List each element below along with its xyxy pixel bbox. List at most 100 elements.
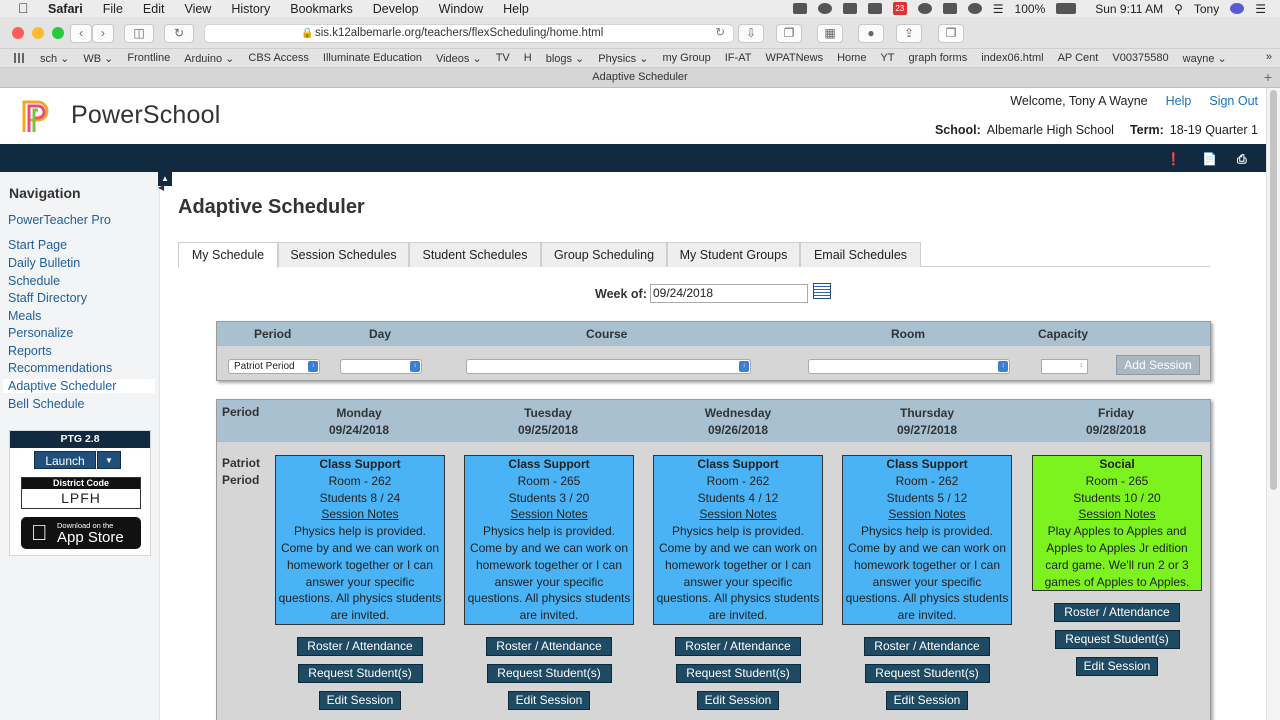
day-select[interactable]: ↕: [340, 359, 422, 374]
screen-icon[interactable]: [942, 3, 957, 14]
nav-staff-directory[interactable]: Staff Directory: [8, 291, 87, 305]
roster-attendance-button[interactable]: Roster / Attendance: [486, 637, 612, 656]
request-students-button[interactable]: Request Student(s): [675, 664, 801, 683]
menu-bookmarks[interactable]: Bookmarks: [290, 2, 353, 16]
flag-icon[interactable]: [867, 3, 882, 14]
session-card-monday[interactable]: Class Support Room - 262 Students 8 / 24 Se…: [275, 455, 445, 625]
address-bar[interactable]: 🔒 sis.k12albemarle.org/teachers/flexSche…: [204, 24, 734, 43]
powerschool-logo-icon[interactable]: [20, 98, 56, 134]
collapse-arrow-icon[interactable]: ◀: [158, 183, 164, 192]
fav-item[interactable]: blogs ⌄: [546, 52, 585, 65]
nav-powerteacher-pro[interactable]: PowerTeacher Pro: [8, 213, 111, 227]
favorites-overflow-icon[interactable]: »: [1266, 51, 1272, 63]
share-icon[interactable]: ⇪: [896, 24, 922, 43]
course-select[interactable]: ↕: [466, 359, 751, 374]
fav-item[interactable]: TV: [496, 52, 510, 64]
sign-out-link[interactable]: Sign Out: [1209, 94, 1258, 108]
nav-reports[interactable]: Reports: [8, 344, 52, 358]
fav-item[interactable]: Arduino ⌄: [184, 52, 234, 65]
menu-window[interactable]: Window: [439, 2, 483, 16]
period-select[interactable]: Patriot Period ↕: [228, 359, 320, 374]
sidebar-toggle-icon[interactable]: ◫: [124, 24, 154, 43]
week-of-input[interactable]: 09/24/2018: [650, 284, 808, 303]
app-store-badge[interactable]:  Download on the App Store: [21, 517, 141, 549]
notification-center-icon[interactable]: ☰: [1255, 2, 1266, 16]
menu-history[interactable]: History: [231, 2, 270, 16]
room-select[interactable]: ↕: [808, 359, 1010, 374]
nav-schedule[interactable]: Schedule: [8, 274, 60, 288]
help-link[interactable]: Help: [1166, 94, 1192, 108]
spotlight-search-icon[interactable]: ⚲: [1174, 2, 1183, 16]
back-button[interactable]: ‹: [70, 24, 92, 43]
gear-icon[interactable]: [967, 3, 982, 14]
battery-icon[interactable]: [1056, 3, 1077, 14]
fav-item[interactable]: Videos ⌄: [436, 52, 482, 65]
roster-attendance-button[interactable]: Roster / Attendance: [297, 637, 423, 656]
session-notes-link[interactable]: Session Notes: [1033, 506, 1201, 523]
adblock-icon[interactable]: ●: [858, 24, 884, 43]
tabs-overview-icon[interactable]: ❐: [776, 24, 802, 43]
calendar-icon[interactable]: 23: [892, 2, 907, 15]
fav-item[interactable]: Frontline: [127, 52, 170, 64]
nav-personalize[interactable]: Personalize: [8, 326, 73, 340]
scrollbar-thumb[interactable]: [1270, 90, 1277, 490]
launch-button[interactable]: Launch: [34, 451, 96, 469]
new-tab-icon[interactable]: +: [1264, 68, 1272, 87]
powerschool-logo-text[interactable]: PowerSchool: [71, 101, 221, 130]
fav-item[interactable]: my Group: [662, 52, 710, 64]
request-students-button[interactable]: Request Student(s): [1054, 630, 1180, 650]
user-name[interactable]: Tony: [1194, 2, 1219, 16]
document-icon[interactable]: 📄: [1202, 152, 1217, 166]
fav-item[interactable]: Home: [837, 52, 866, 64]
request-students-button[interactable]: Request Student(s): [486, 664, 612, 683]
term-name[interactable]: 18-19 Quarter 1: [1170, 123, 1258, 137]
fav-item[interactable]: V00375580: [1112, 52, 1168, 64]
tab-my-student-groups[interactable]: My Student Groups: [667, 242, 800, 267]
fav-item[interactable]: Physics ⌄: [598, 52, 648, 65]
download-icon[interactable]: ⇩: [738, 24, 764, 43]
grid-icon[interactable]: [14, 53, 26, 63]
session-notes-link[interactable]: Session Notes: [843, 506, 1011, 523]
session-notes-link[interactable]: Session Notes: [654, 506, 822, 523]
launch-dropdown-icon[interactable]: ▼: [97, 451, 121, 469]
fav-item[interactable]: index06.html: [981, 52, 1043, 64]
session-card-friday[interactable]: Social Room - 265 Students 10 / 20 Session …: [1032, 455, 1202, 592]
fav-item[interactable]: H: [524, 52, 532, 64]
session-notes-link[interactable]: Session Notes: [276, 506, 444, 523]
wifi-icon[interactable]: ☰: [993, 2, 1004, 16]
fav-item[interactable]: WB ⌄: [83, 52, 113, 65]
fav-item[interactable]: WPATNews: [765, 52, 823, 64]
reader-icon[interactable]: ▦: [817, 24, 843, 43]
page-scrollbar[interactable]: [1266, 88, 1280, 720]
fav-item[interactable]: Illuminate Education: [323, 52, 422, 64]
school-name[interactable]: Albemarle High School: [987, 123, 1114, 137]
broadcast-icon[interactable]: [917, 3, 932, 14]
nav-meals[interactable]: Meals: [8, 309, 41, 323]
new-tab-overview-icon[interactable]: ❐: [938, 24, 964, 43]
network-icon[interactable]: [817, 3, 832, 14]
menu-file[interactable]: File: [103, 2, 123, 16]
edit-session-button[interactable]: Edit Session: [886, 691, 968, 710]
menu-view[interactable]: View: [184, 2, 211, 16]
menu-help[interactable]: Help: [503, 2, 529, 16]
tab-group-scheduling[interactable]: Group Scheduling: [541, 242, 667, 267]
nav-bell-schedule[interactable]: Bell Schedule: [8, 397, 84, 411]
menu-edit[interactable]: Edit: [143, 2, 165, 16]
close-box-icon[interactable]: [842, 3, 857, 14]
edit-session-button[interactable]: Edit Session: [697, 691, 779, 710]
session-card-tuesday[interactable]: Class Support Room - 265 Students 3 / 20 Se…: [464, 455, 634, 625]
fav-item[interactable]: CBS Access: [248, 52, 309, 64]
nav-adaptive-scheduler[interactable]: Adaptive Scheduler: [3, 379, 155, 393]
fav-item[interactable]: YT: [880, 52, 894, 64]
request-students-button[interactable]: Request Student(s): [297, 664, 423, 683]
tab-student-schedules[interactable]: Student Schedules: [409, 242, 541, 267]
tab-session-schedules[interactable]: Session Schedules: [278, 242, 409, 267]
roster-attendance-button[interactable]: Roster / Attendance: [675, 637, 801, 656]
tab-email-schedules[interactable]: Email Schedules: [800, 242, 921, 267]
forward-button[interactable]: ›: [92, 24, 114, 43]
calendar-picker-icon[interactable]: [813, 283, 831, 299]
minimize-window-button[interactable]: [32, 27, 44, 39]
nav-start-page[interactable]: Start Page: [8, 238, 67, 252]
fav-item[interactable]: AP Cent: [1058, 52, 1099, 64]
apple-menu-icon[interactable]: : [18, 0, 34, 17]
